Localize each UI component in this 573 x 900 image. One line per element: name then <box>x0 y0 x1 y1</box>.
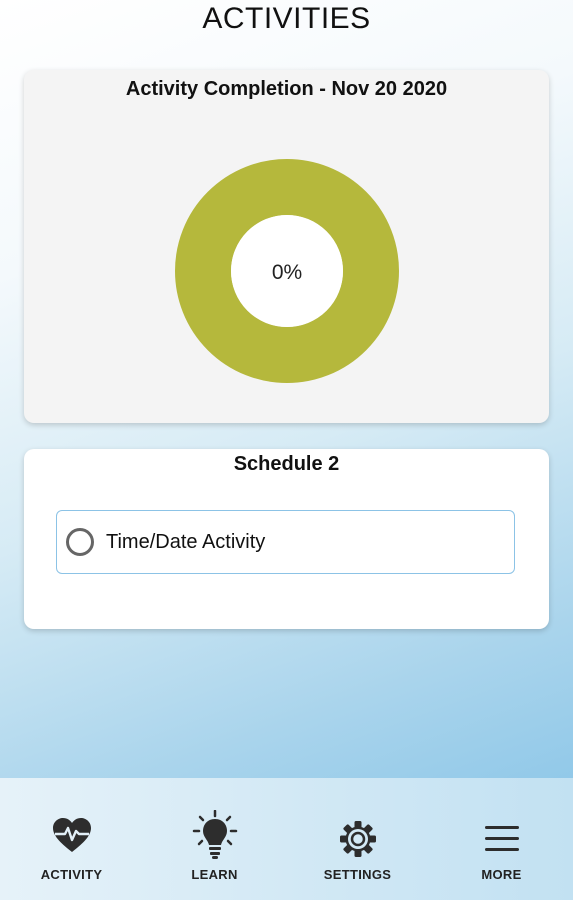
nav-label-more: MORE <box>481 867 522 882</box>
activity-item-label: Time/Date Activity <box>106 530 266 553</box>
schedule-title: Schedule 2 <box>233 453 340 475</box>
nav-item-settings[interactable]: SETTINGS <box>286 778 429 900</box>
lightbulb-icon <box>192 810 237 859</box>
completion-title: Activity Completion - Nov 20 2020 <box>125 78 448 100</box>
activity-item[interactable]: Time/Date Activity <box>56 510 515 574</box>
gear-icon <box>339 821 376 857</box>
heartbeat-icon <box>52 818 91 852</box>
nav-label-activity: ACTIVITY <box>40 867 103 882</box>
completion-card: Activity Completion - Nov 20 2020 0% <box>24 70 549 423</box>
bottom-navigation: ACTIVITY LEARN SETTINGS MORE <box>0 778 573 900</box>
nav-item-more[interactable]: MORE <box>430 778 573 900</box>
nav-label-settings: SETTINGS <box>323 867 392 882</box>
schedule-card: Schedule 2 Time/Date Activity <box>24 449 549 629</box>
donut-center-label: 0% <box>272 261 302 284</box>
nav-item-learn[interactable]: LEARN <box>143 778 286 900</box>
nav-item-activity[interactable]: ACTIVITY <box>0 778 143 900</box>
completion-donut-chart: 0% <box>175 159 399 383</box>
page-title: ACTIVITIES <box>202 2 371 35</box>
radio-unchecked-icon[interactable] <box>66 528 94 556</box>
menu-icon <box>484 826 519 851</box>
nav-label-learn: LEARN <box>191 867 238 882</box>
